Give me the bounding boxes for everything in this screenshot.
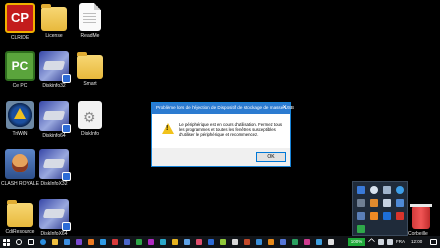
search-icon[interactable]	[16, 239, 22, 245]
desktop-icon-label: ReadMe	[80, 33, 100, 39]
disk-drive-icon	[39, 149, 71, 181]
app-icon[interactable]	[244, 239, 250, 245]
desktop-icon-label: DiskInfoX32	[40, 181, 68, 187]
settings-file-icon	[78, 101, 102, 129]
disk-drive-icon	[39, 101, 71, 133]
desktop-icon-diskinfox64[interactable]: DiskInfoX64	[34, 199, 74, 237]
clash-royale-icon	[5, 149, 35, 179]
disk-drive-icon	[39, 199, 71, 231]
dialog-title: Problème lors de l'éjection de Dispositi…	[156, 105, 294, 110]
store-icon[interactable]	[64, 239, 70, 245]
tray-app-icon[interactable]	[357, 225, 365, 233]
desktop-icon-diskinfox32[interactable]: DiskInfoX32	[34, 149, 74, 187]
tray-app-icon[interactable]	[396, 199, 404, 207]
tray-app-icon[interactable]	[357, 212, 365, 220]
tray-overflow-flyout	[352, 181, 408, 236]
desktop-icon-readme[interactable]: ReadMe	[70, 3, 110, 39]
app-icon[interactable]	[136, 239, 142, 245]
desktop-icon-label: DiskInfo	[80, 131, 100, 137]
app-icon[interactable]	[100, 239, 106, 245]
desktop-icon-label: Diskinfo32	[42, 83, 66, 89]
recycle-bin-icon[interactable]	[410, 204, 432, 229]
eject-error-dialog: Problème lors de l'éjection de Dispositi…	[151, 102, 294, 167]
shield-icon	[62, 172, 71, 181]
notifications-icon[interactable]	[430, 239, 437, 245]
drive-icon[interactable]	[383, 186, 391, 194]
network-icon[interactable]	[378, 239, 384, 245]
folder-icon[interactable]	[52, 239, 58, 245]
tray-app-icon[interactable]	[357, 186, 365, 194]
ok-button[interactable]: OK	[256, 152, 286, 162]
app-icon[interactable]	[172, 239, 178, 245]
app-icon[interactable]	[184, 239, 190, 245]
app-icon[interactable]	[292, 239, 298, 245]
tray-app-icon[interactable]	[357, 199, 365, 207]
dialog-message: Le périphérique est en cours d'utilisati…	[179, 122, 283, 138]
folder-icon	[41, 4, 67, 31]
desktop-icon-label: License	[45, 33, 63, 39]
app-icon[interactable]	[76, 239, 82, 245]
app-icon[interactable]	[220, 239, 226, 245]
cloud-icon[interactable]	[370, 186, 378, 194]
cp-app-icon: CP	[5, 3, 35, 33]
app-icon[interactable]	[316, 239, 322, 245]
dialog-titlebar[interactable]: Problème lors de l'éjection de Dispositi…	[152, 103, 294, 114]
app-icon[interactable]	[160, 239, 166, 245]
volume-icon[interactable]	[387, 239, 393, 245]
tray-app-icon[interactable]	[396, 212, 404, 220]
app-icon[interactable]	[124, 239, 130, 245]
folder-icon	[7, 200, 33, 227]
app-icon[interactable]	[208, 239, 214, 245]
app-icon[interactable]	[256, 239, 262, 245]
app-icon[interactable]	[268, 239, 274, 245]
app-icon[interactable]	[232, 239, 238, 245]
app-icon[interactable]	[112, 239, 118, 245]
tray-app-icon[interactable]	[370, 199, 378, 207]
clock[interactable]: 12:00	[411, 239, 422, 244]
app-icon[interactable]	[148, 239, 154, 245]
desktop-icon-diskinfo32[interactable]: Diskinfo32	[34, 51, 74, 89]
app-icon[interactable]	[88, 239, 94, 245]
pc-icon: PC	[5, 51, 35, 81]
blue-app-icon[interactable]	[396, 186, 404, 194]
edge-icon[interactable]	[40, 239, 46, 245]
app-icon[interactable]	[196, 239, 202, 245]
app-icon[interactable]	[280, 239, 286, 245]
text-file-icon	[79, 3, 101, 31]
desktop-icon-license[interactable]: License	[34, 3, 74, 39]
dialog-body: ! Le périphérique est en cours d'utilisa…	[152, 114, 290, 148]
windows-start-icon[interactable]	[3, 239, 10, 246]
disk-drive-icon	[39, 51, 71, 83]
app-icon[interactable]	[328, 239, 334, 245]
tray-app-icon[interactable]	[370, 212, 378, 220]
triwin-icon	[6, 101, 34, 129]
warning-exclamation: !	[166, 125, 169, 132]
bluetooth-icon[interactable]	[383, 212, 391, 220]
tray-app-icon[interactable]	[383, 199, 391, 207]
folder-icon	[77, 52, 103, 79]
desktop-icon-label: Diskinfo64	[42, 133, 66, 139]
app-icon[interactable]	[304, 239, 310, 245]
shield-icon	[62, 222, 71, 231]
battery-indicator[interactable]: 100%	[348, 238, 365, 246]
desktop-icon-diskinfo64[interactable]: Diskinfo64	[34, 101, 74, 139]
desktop-icon-diskinfo[interactable]: DiskInfo	[70, 101, 110, 137]
language-indicator[interactable]: FRA	[396, 239, 405, 244]
desktop-icon-label: Smart	[83, 81, 97, 87]
task-view-icon[interactable]	[28, 239, 34, 245]
desktop-icon-smart[interactable]: Smart	[70, 51, 110, 87]
close-icon[interactable]: ✕	[282, 104, 287, 111]
